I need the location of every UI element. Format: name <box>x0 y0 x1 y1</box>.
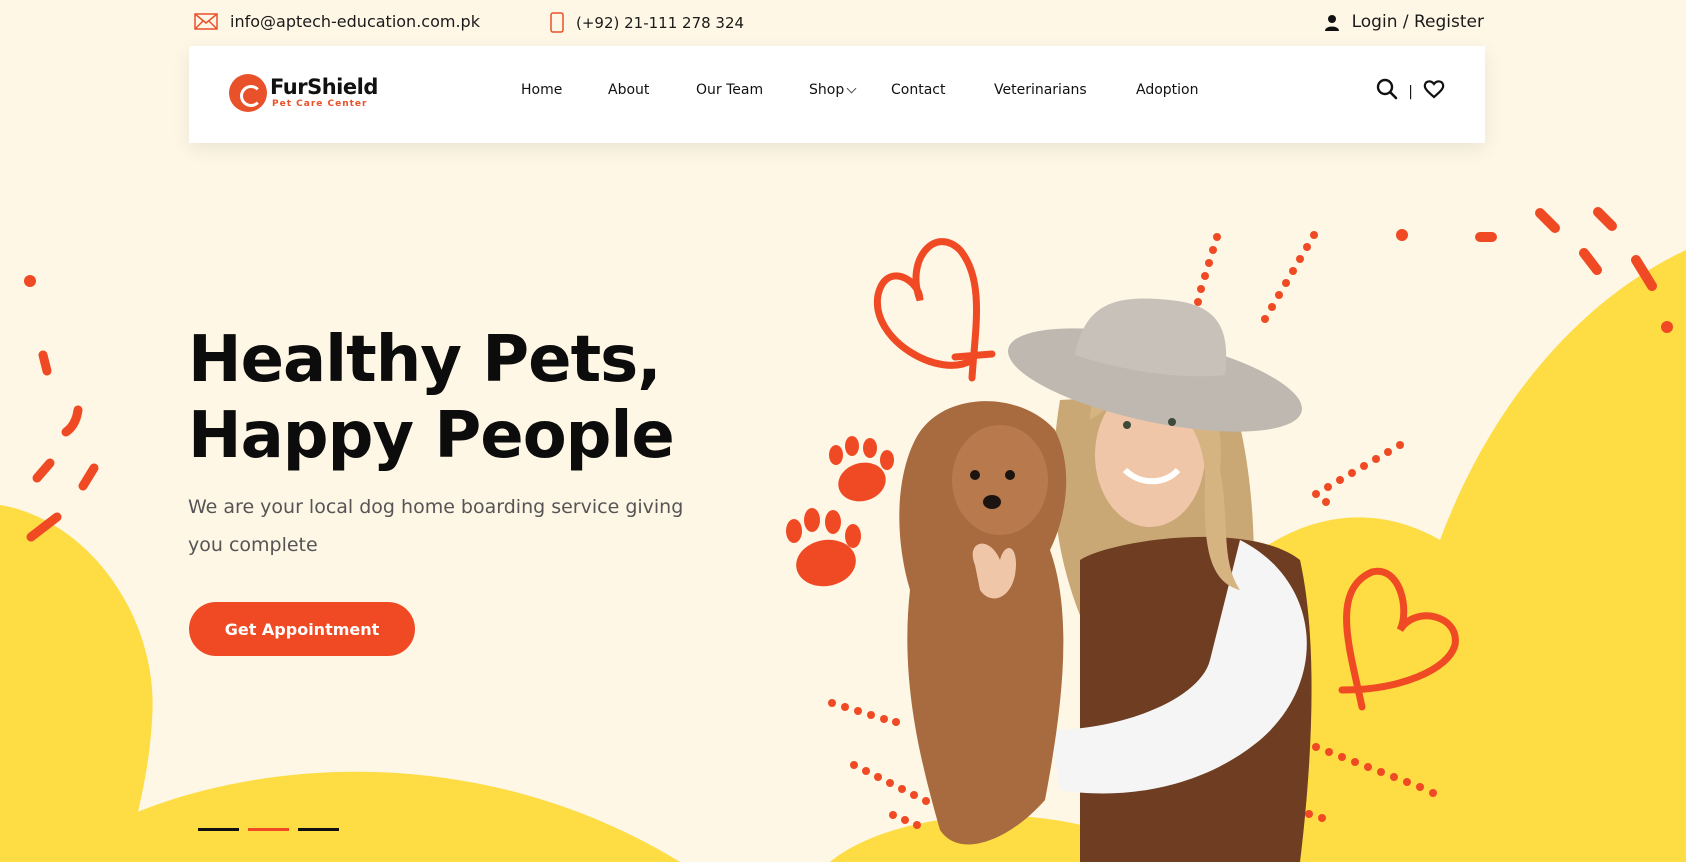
paw-print-icon <box>829 436 894 502</box>
hero-title-line-1: Healthy Pets, <box>188 323 662 397</box>
main-header: FurShield Pet Care Center Home About Our… <box>189 46 1485 143</box>
login-register-link[interactable]: Login / Register <box>1324 12 1484 32</box>
phone-contact[interactable]: (+92) 21-111 278 324 <box>550 12 744 33</box>
paw-print-icon <box>786 508 861 587</box>
slide-indicator-1[interactable] <box>198 828 239 831</box>
nav-item-about[interactable]: About <box>608 82 649 98</box>
phone-text: (+92) 21-111 278 324 <box>576 13 745 32</box>
slide-indicator-3[interactable] <box>298 828 339 831</box>
nav-item-contact[interactable]: Contact <box>891 82 945 98</box>
heart-icon[interactable] <box>1423 79 1445 99</box>
header-actions: | <box>1376 78 1445 100</box>
nav-item-shop-label: Shop <box>809 82 845 98</box>
nav-item-home[interactable]: Home <box>521 82 562 98</box>
hero-title-line-2: Happy People <box>188 399 675 473</box>
hero-image-woman-with-puppy <box>899 298 1312 862</box>
nav-item-our-team[interactable]: Our Team <box>696 82 763 98</box>
top-info-bar: info@aptech-education.com.pk (+92) 21-11… <box>188 0 1486 44</box>
slide-indicator-2[interactable] <box>248 828 289 831</box>
header-separator: | <box>1408 84 1413 100</box>
nav-item-veterinarians[interactable]: Veterinarians <box>994 82 1087 98</box>
email-text: info@aptech-education.com.pk <box>230 12 480 31</box>
nav-item-shop[interactable]: Shop <box>809 82 857 98</box>
hero-subtitle: We are your local dog home boarding serv… <box>188 496 684 556</box>
main-nav: Home About Our Team Shop Contact Veterin… <box>189 82 1485 106</box>
envelope-icon <box>194 13 218 30</box>
hero-title: Healthy Pets, Happy People <box>188 322 675 474</box>
email-contact[interactable]: info@aptech-education.com.pk <box>194 12 480 31</box>
yellow-blob-bottom <box>130 771 680 862</box>
slider-pagination <box>198 828 348 831</box>
get-appointment-button[interactable]: Get Appointment <box>189 602 415 656</box>
user-icon <box>1324 14 1339 31</box>
yellow-blob-left <box>0 505 153 862</box>
nav-item-adoption[interactable]: Adoption <box>1136 82 1199 98</box>
login-register-text: Login / Register <box>1351 12 1484 32</box>
search-icon[interactable] <box>1376 78 1398 100</box>
chevron-down-icon <box>846 83 857 94</box>
mobile-phone-icon <box>550 12 564 33</box>
